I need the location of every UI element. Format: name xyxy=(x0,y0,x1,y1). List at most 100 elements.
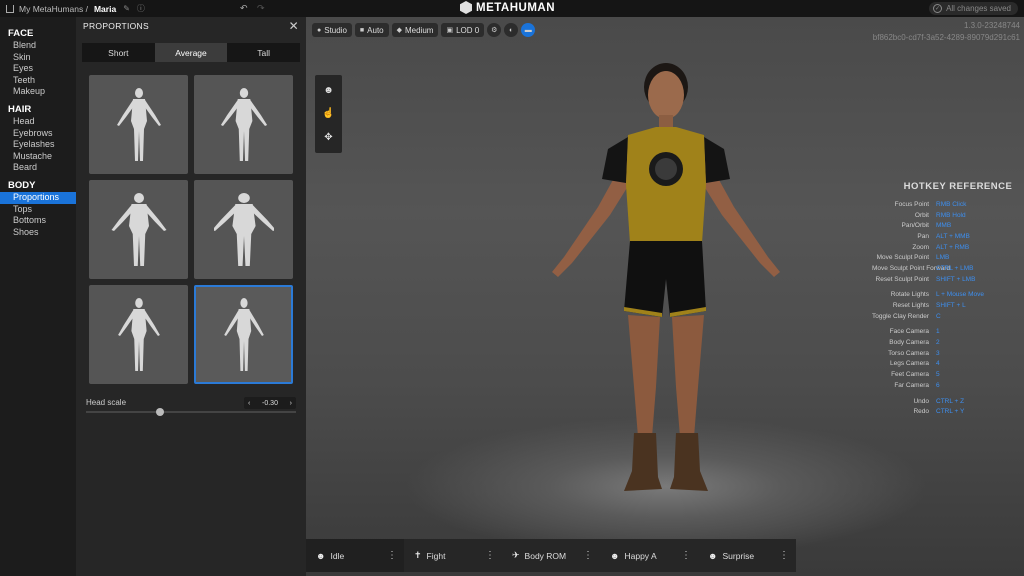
head-select-icon[interactable]: ☻ xyxy=(323,85,334,96)
hotkey-row: Pan ALT + MMB xyxy=(872,231,1022,242)
hotkey-action: Pan xyxy=(917,232,929,240)
metahuman-logo: METAHUMAN xyxy=(460,1,555,14)
panel-title: PROPORTIONS xyxy=(83,21,149,31)
hotkey-row: Rotate Lights L + Mouse Move xyxy=(872,290,1022,301)
build-info: 1.3.0-23248744 bf862bc0-cd7f-3a52-4289-8… xyxy=(873,20,1020,44)
save-status-badge: ✓ All changes saved xyxy=(929,2,1018,15)
top-bar: My MetaHumans / Maria ✎ ⓘ ↶ ↷ METAHUMAN … xyxy=(0,0,1024,17)
toolbar-lod-0-button[interactable]: ▣ LOD 0 xyxy=(441,23,485,37)
redo-icon[interactable]: ↷ xyxy=(257,3,265,14)
more-options-icon[interactable]: ⋮ xyxy=(583,550,593,561)
nav-section-face: FACE xyxy=(8,28,34,39)
undo-icon[interactable]: ↶ xyxy=(240,3,248,14)
toolbar-auto-button[interactable]: ■ Auto xyxy=(354,23,389,37)
hotkey-action: Pan/Orbit xyxy=(901,222,929,230)
animation-idle-button[interactable]: ☻ Idle ⋮ xyxy=(306,539,404,572)
info-icon[interactable]: ⓘ xyxy=(137,3,145,14)
segment-short[interactable]: Short xyxy=(82,43,155,62)
nav-item-eyes[interactable]: Eyes xyxy=(0,63,76,75)
nav-item-skin[interactable]: Skin xyxy=(0,52,76,64)
animation-label: Fight xyxy=(426,550,446,561)
body-silhouette-icon xyxy=(116,87,161,161)
nav-item-proportions[interactable]: Proportions xyxy=(0,191,76,204)
animation-fight-button[interactable]: ✝ Fight ⋮ xyxy=(404,539,502,572)
hotkey-action: Far Camera xyxy=(894,381,929,389)
hotkey-action: Reset Lights xyxy=(892,302,929,310)
body-type-thumbnail[interactable] xyxy=(194,180,293,279)
mask-icon: ☻ xyxy=(610,550,620,561)
segment-tall[interactable]: Tall xyxy=(227,43,300,62)
animation-bar: ☻ Idle ⋮ ✝ Fight ⋮ ✈ Body ROM ⋮ ☻ Happy A ⋮ ☻ Surpris… xyxy=(306,539,796,572)
hotkey-key: ALT + MMB xyxy=(936,232,970,240)
head-scale-stepper[interactable]: ‹ -0.30 › xyxy=(244,397,296,409)
body-type-thumbnail[interactable] xyxy=(194,285,293,384)
hotkey-action: Focus Point xyxy=(894,200,929,208)
nav-item-blend[interactable]: Blend xyxy=(0,40,76,52)
toolbar-medium-button[interactable]: ◆ Medium xyxy=(391,23,439,37)
head-scale-value[interactable]: -0.30 xyxy=(262,400,278,407)
character-model[interactable] xyxy=(536,57,796,517)
more-options-icon[interactable]: ⋮ xyxy=(485,550,495,561)
hotkey-row: Pan/Orbit MMB xyxy=(872,220,1022,231)
figure-icon: ✝ xyxy=(414,550,422,560)
animation-body-rom-button[interactable]: ✈ Body ROM ⋮ xyxy=(502,539,600,572)
hotkey-list: Focus Point RMB Click Orbit RMB Hold Pan/Orb… xyxy=(872,199,1022,417)
close-icon[interactable]: ✕ xyxy=(289,19,299,33)
body-type-thumbnail[interactable] xyxy=(194,75,293,174)
hotkey-key: SHIFT + L xyxy=(936,302,966,310)
clay-render-button[interactable]: ▬ xyxy=(521,23,536,37)
home-icon[interactable] xyxy=(6,4,14,13)
hotkey-action: Face Camera xyxy=(889,328,929,336)
more-options-icon[interactable]: ⋮ xyxy=(681,550,691,561)
settings-button[interactable]: ⚙ xyxy=(487,23,502,37)
hotkey-row: Redo CTRL + Y xyxy=(872,406,1022,417)
sculpt-icon[interactable]: ☝ xyxy=(322,108,334,119)
toolbar-studio-button[interactable]: ● Studio xyxy=(312,23,352,37)
chevron-right-icon[interactable]: › xyxy=(290,400,292,407)
breadcrumb-root[interactable]: My MetaHumans / xyxy=(19,4,88,14)
slider-handle[interactable] xyxy=(156,408,164,416)
sphere-icon: ◐ xyxy=(509,26,514,34)
chevron-left-icon[interactable]: ‹ xyxy=(248,400,250,407)
hotkey-key: RMB Hold xyxy=(936,211,966,219)
3d-viewport[interactable]: ● Studio ■ Auto ◆ Medium ▣ LOD 0 ⚙ ◐ ▬ 1.3.0-23248… xyxy=(306,17,1024,576)
head-scale-slider[interactable] xyxy=(86,408,296,416)
nav-item-shoes[interactable]: Shoes xyxy=(0,227,76,239)
nav-item-mustache[interactable]: Mustache xyxy=(0,151,76,163)
toolbar-label: Auto xyxy=(367,25,384,35)
hotkey-action: Redo xyxy=(913,408,929,416)
nav-item-head[interactable]: Head xyxy=(0,116,76,128)
segment-average[interactable]: Average xyxy=(154,43,228,62)
edit-icon[interactable]: ✎ xyxy=(123,4,130,13)
head-scale-label: Head scale xyxy=(86,398,127,407)
nav-item-bottoms[interactable]: Bottoms xyxy=(0,215,76,227)
animation-surprise-button[interactable]: ☻ Surprise ⋮ xyxy=(698,539,796,572)
move-icon[interactable]: ✥ xyxy=(324,132,332,143)
hotkey-row: Focus Point RMB Click xyxy=(872,199,1022,210)
nav-item-eyebrows[interactable]: Eyebrows xyxy=(0,128,76,140)
body-type-thumbnail[interactable] xyxy=(89,75,188,174)
animation-happy-a-button[interactable]: ☻ Happy A ⋮ xyxy=(600,539,698,572)
hotkey-key: 6 xyxy=(936,381,940,389)
settings-icon: ⚙ xyxy=(491,27,498,34)
hotkey-key: SHIFT + LMB xyxy=(936,275,976,283)
nav-item-tops[interactable]: Tops xyxy=(0,204,76,216)
camera-icon: ■ xyxy=(359,26,365,34)
mask-icon: ☻ xyxy=(708,550,718,561)
animation-label: Body ROM xyxy=(524,550,567,561)
nav-item-makeup[interactable]: Makeup xyxy=(0,86,76,98)
hotkey-action: Zoom xyxy=(912,243,929,251)
body-type-thumbnail[interactable] xyxy=(89,180,188,279)
hotkey-action: Body Camera xyxy=(889,339,929,347)
hotkey-key: ALT + RMB xyxy=(936,243,970,251)
hotkey-key: 3 xyxy=(936,349,940,357)
nav-item-beard[interactable]: Beard xyxy=(0,162,76,174)
category-sidebar: FACE Blend Skin Eyes Teeth Makeup HAIR Head Eyeb… xyxy=(0,17,76,576)
body-type-thumbnail[interactable] xyxy=(89,285,188,384)
hotkey-row: Zoom ALT + RMB xyxy=(872,242,1022,253)
nav-item-teeth[interactable]: Teeth xyxy=(0,75,76,87)
sphere-button[interactable]: ◐ xyxy=(504,23,519,37)
more-options-icon[interactable]: ⋮ xyxy=(387,550,397,561)
nav-item-eyelashes[interactable]: Eyelashes xyxy=(0,139,76,151)
more-options-icon[interactable]: ⋮ xyxy=(779,550,789,561)
